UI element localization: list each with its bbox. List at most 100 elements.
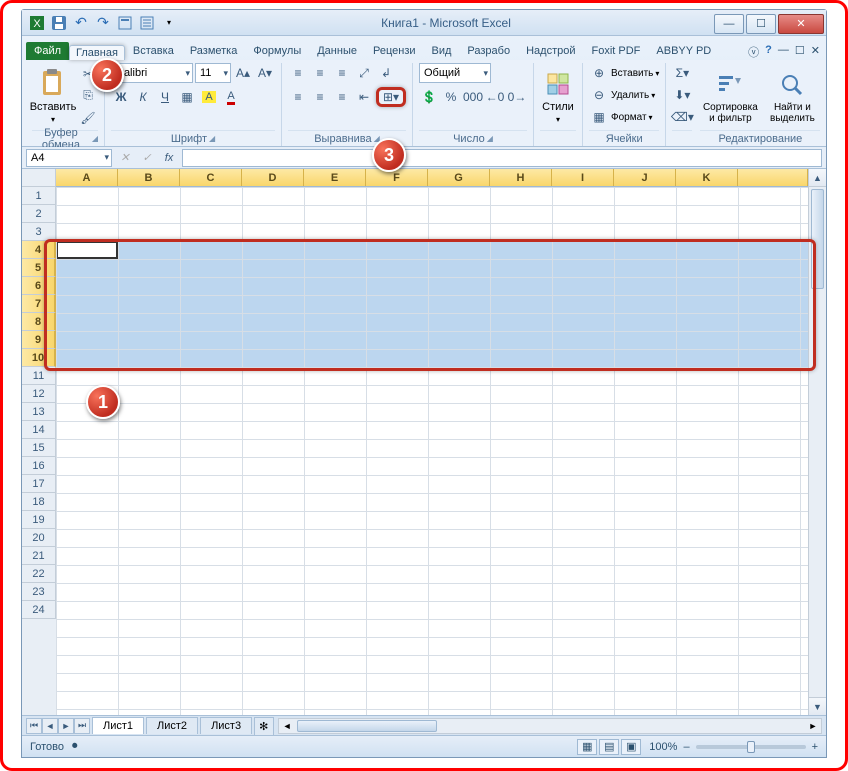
- row-header-23[interactable]: 23: [22, 583, 56, 601]
- zoom-in-icon[interactable]: +: [812, 741, 818, 753]
- cells-area[interactable]: /*rows drawn below via JS loop omitted; …: [56, 187, 808, 715]
- clear-icon[interactable]: ⌫▾: [672, 107, 692, 127]
- view-normal-icon[interactable]: ▦: [577, 739, 597, 755]
- row-header-8[interactable]: 8: [22, 313, 56, 331]
- tab-formulas[interactable]: Формулы: [245, 42, 309, 60]
- row-header-17[interactable]: 17: [22, 475, 56, 493]
- sheet-tab-2[interactable]: Лист2: [146, 717, 198, 734]
- row-header-5[interactable]: 5: [22, 259, 56, 277]
- horizontal-scrollbar[interactable]: ◄ ►: [278, 718, 822, 734]
- tab-home[interactable]: Главная: [69, 45, 125, 60]
- enter-formula-icon[interactable]: ✓: [138, 149, 156, 167]
- save-icon[interactable]: [50, 14, 68, 32]
- wrap-text-icon[interactable]: ↲: [376, 63, 396, 83]
- col-header-H[interactable]: H: [490, 169, 552, 186]
- insert-cells-label[interactable]: Вставить: [611, 68, 653, 79]
- doc-close-icon[interactable]: ✕: [811, 44, 820, 60]
- qat-dropdown-icon[interactable]: ▾: [160, 14, 178, 32]
- row-header-1[interactable]: 1: [22, 187, 56, 205]
- hscroll-thumb[interactable]: [297, 720, 437, 732]
- autosum-icon[interactable]: Σ▾: [672, 63, 692, 83]
- tab-file[interactable]: Файл: [26, 42, 69, 60]
- doc-restore-icon[interactable]: ☐: [795, 44, 805, 60]
- macro-record-icon[interactable]: ⏺: [72, 740, 78, 753]
- zoom-out-icon[interactable]: –: [683, 741, 689, 753]
- currency-icon[interactable]: 💲: [419, 87, 439, 107]
- view-page-layout-icon[interactable]: ▤: [599, 739, 619, 755]
- view-page-break-icon[interactable]: ▣: [621, 739, 641, 755]
- tab-view[interactable]: Вид: [424, 42, 460, 60]
- italic-button[interactable]: К: [133, 87, 153, 107]
- tab-insert[interactable]: Вставка: [125, 42, 182, 60]
- vscroll-thumb[interactable]: [811, 189, 824, 289]
- tab-data[interactable]: Данные: [309, 42, 365, 60]
- col-header-K[interactable]: K: [676, 169, 738, 186]
- scroll-down-icon[interactable]: ▼: [809, 697, 826, 715]
- align-middle-icon[interactable]: ≡: [310, 63, 330, 83]
- tab-foxit[interactable]: Foxit PDF: [584, 42, 649, 60]
- doc-minimize-icon[interactable]: —: [778, 44, 789, 60]
- row-header-20[interactable]: 20: [22, 529, 56, 547]
- formula-input[interactable]: [182, 149, 822, 167]
- ribbon-minimize-icon[interactable]: ⓥ: [748, 44, 759, 60]
- font-dialog-icon[interactable]: ◢: [209, 134, 215, 143]
- align-bottom-icon[interactable]: ≡: [332, 63, 352, 83]
- hscroll-left-icon[interactable]: ◄: [279, 719, 295, 733]
- find-select-button[interactable]: Найти и выделить: [764, 63, 820, 128]
- font-size-combo[interactable]: 11: [195, 63, 231, 83]
- col-header-F[interactable]: F: [366, 169, 428, 186]
- redo-icon[interactable]: ↷: [94, 14, 112, 32]
- format-cells-label[interactable]: Формат: [611, 112, 647, 123]
- minimize-button[interactable]: —: [714, 14, 744, 34]
- hscroll-right-icon[interactable]: ►: [805, 719, 821, 733]
- paste-button[interactable]: Вставить ▾: [32, 63, 74, 128]
- fx-icon[interactable]: fx: [160, 149, 178, 167]
- row-header-14[interactable]: 14: [22, 421, 56, 439]
- name-box[interactable]: A4: [26, 149, 112, 167]
- close-button[interactable]: ✕: [778, 14, 824, 34]
- fill-icon[interactable]: ⬇▾: [672, 85, 692, 105]
- row-header-16[interactable]: 16: [22, 457, 56, 475]
- tab-abbyy[interactable]: ABBYY PD: [648, 42, 719, 60]
- sheet-nav-prev-icon[interactable]: ◄: [42, 718, 58, 734]
- sheet-tab-3[interactable]: Лист3: [200, 717, 252, 734]
- qat-button-1[interactable]: [116, 14, 134, 32]
- sheet-nav-next-icon[interactable]: ►: [58, 718, 74, 734]
- sort-filter-button[interactable]: Сортировка и фильтр: [700, 63, 760, 128]
- copy-icon[interactable]: ⎘: [78, 86, 98, 106]
- active-cell[interactable]: [56, 241, 118, 259]
- increase-decimal-icon[interactable]: ←0: [485, 87, 505, 107]
- align-left-icon[interactable]: ≡: [288, 87, 308, 107]
- align-center-icon[interactable]: ≡: [310, 87, 330, 107]
- insert-cells-icon[interactable]: ⊕: [589, 63, 609, 83]
- scroll-up-icon[interactable]: ▲: [809, 169, 826, 187]
- row-header-7[interactable]: 7: [22, 295, 56, 313]
- styles-button[interactable]: Стили ▾: [540, 63, 576, 128]
- delete-cells-label[interactable]: Удалить: [611, 90, 649, 101]
- excel-icon[interactable]: X: [28, 14, 46, 32]
- align-top-icon[interactable]: ≡: [288, 63, 308, 83]
- decrease-indent-icon[interactable]: ⇤: [354, 87, 374, 107]
- col-header-B[interactable]: B: [118, 169, 180, 186]
- col-header-I[interactable]: I: [552, 169, 614, 186]
- row-header-19[interactable]: 19: [22, 511, 56, 529]
- sheet-tab-1[interactable]: Лист1: [92, 717, 144, 734]
- format-cells-icon[interactable]: ▦: [589, 107, 609, 127]
- vertical-scrollbar[interactable]: ▲ ▼: [808, 169, 826, 715]
- col-header-C[interactable]: C: [180, 169, 242, 186]
- row-header-3[interactable]: 3: [22, 223, 56, 241]
- row-header-24[interactable]: 24: [22, 601, 56, 619]
- percent-icon[interactable]: %: [441, 87, 461, 107]
- undo-icon[interactable]: ↶: [72, 14, 90, 32]
- row-header-12[interactable]: 12: [22, 385, 56, 403]
- help-icon[interactable]: ?: [765, 44, 772, 60]
- row-header-13[interactable]: 13: [22, 403, 56, 421]
- col-header-more[interactable]: [738, 169, 808, 186]
- zoom-level[interactable]: 100%: [649, 741, 677, 753]
- font-color-icon[interactable]: A: [221, 87, 241, 107]
- increase-font-icon[interactable]: A▴: [233, 63, 253, 83]
- col-header-A[interactable]: A: [56, 169, 118, 186]
- row-header-2[interactable]: 2: [22, 205, 56, 223]
- border-icon[interactable]: ▦: [177, 87, 197, 107]
- sheet-nav-first- icon[interactable]: ⏮: [26, 718, 42, 734]
